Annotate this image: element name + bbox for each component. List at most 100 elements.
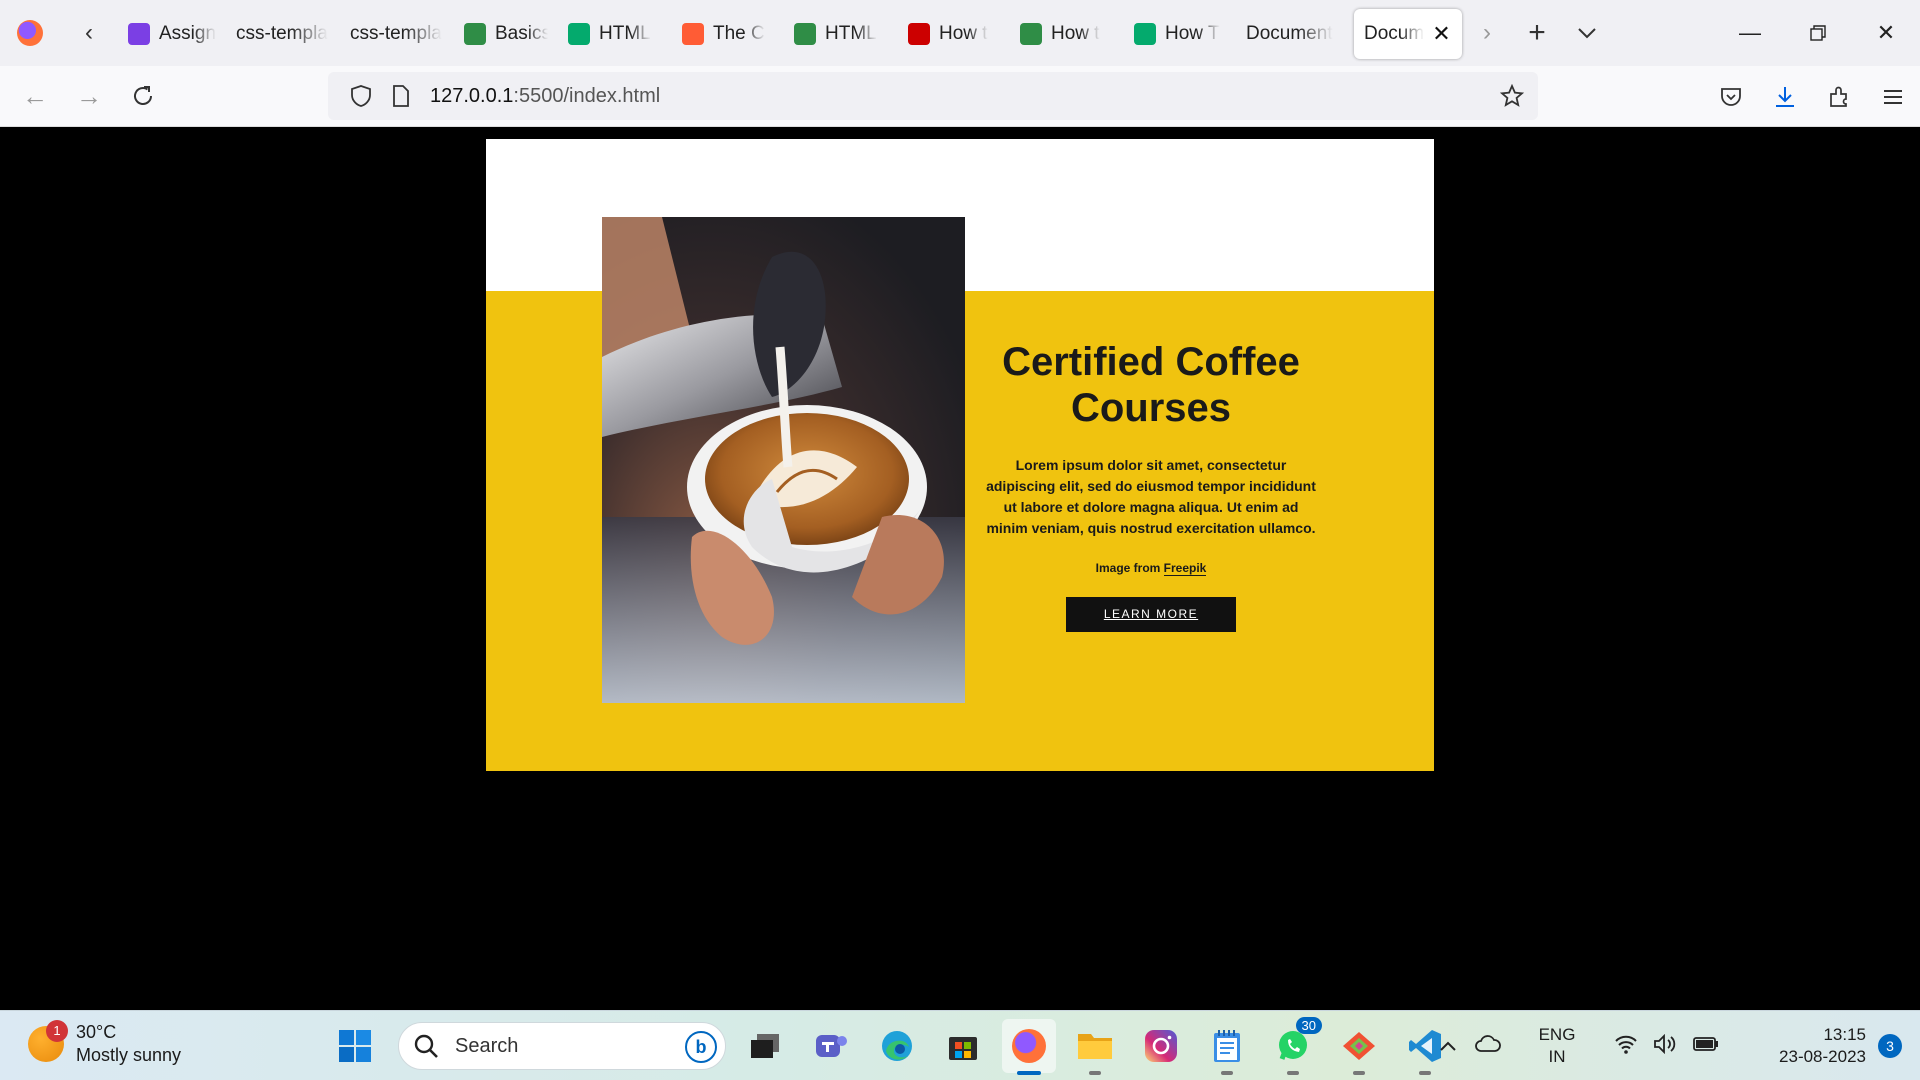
tab-label: Docum xyxy=(1364,23,1425,44)
close-window-icon[interactable]: ✕ xyxy=(1852,0,1920,66)
browser-tab[interactable]: css-templa xyxy=(340,9,454,59)
coffee-latte-art-photo xyxy=(602,217,965,703)
pocket-icon[interactable] xyxy=(1704,66,1758,127)
list-all-tabs-icon[interactable] xyxy=(1562,8,1612,58)
microsoft-store-icon[interactable] xyxy=(936,1019,990,1073)
downloads-icon[interactable] xyxy=(1758,66,1812,127)
weather-sun-icon: 1 xyxy=(28,1020,68,1062)
image-credit-prefix: Image from xyxy=(1095,561,1164,575)
bing-icon[interactable]: b xyxy=(685,1031,717,1063)
wifi-icon[interactable] xyxy=(1606,1034,1646,1059)
navigation-toolbar: ← → 127.0.0.1:5500/index.html xyxy=(0,66,1920,127)
volume-icon[interactable] xyxy=(1646,1033,1686,1059)
browser-tab[interactable]: Assign xyxy=(118,9,226,59)
image-credit: Image from Freepik xyxy=(986,561,1316,576)
browser-tab[interactable]: Docum ✕ xyxy=(1354,9,1462,59)
close-tab-icon[interactable]: ✕ xyxy=(1432,21,1450,47)
language-indicator[interactable]: ENG IN xyxy=(1522,1024,1592,1068)
assignment-favicon-icon xyxy=(128,23,150,45)
tab-label: The C xyxy=(713,23,765,44)
notification-count-badge[interactable]: 3 xyxy=(1878,1034,1902,1058)
tab-label: HTML xyxy=(825,23,877,44)
bookmark-star-icon[interactable] xyxy=(1500,84,1524,108)
url-host: 127.0.0.1 xyxy=(430,84,514,107)
tab-list: Assign css-templa css-templa Basics HTML The … xyxy=(118,0,1462,66)
browser-tab[interactable]: The C xyxy=(672,9,784,59)
freepik-link[interactable]: Freepik xyxy=(1163,561,1207,576)
browser-tab[interactable]: How t xyxy=(898,9,1010,59)
forward-arrow-icon[interactable]: → xyxy=(62,69,116,123)
file-explorer-icon[interactable] xyxy=(1068,1019,1122,1075)
temperature: 30°C xyxy=(76,1022,117,1042)
restore-window-icon[interactable] xyxy=(1784,0,1852,66)
start-button[interactable] xyxy=(328,1019,382,1073)
clock[interactable]: 13:15 23-08-2023 xyxy=(1746,1024,1866,1068)
tab-label: css-templa xyxy=(350,23,442,44)
search-placeholder: Search xyxy=(455,1034,519,1057)
app-menu-icon[interactable] xyxy=(1866,66,1920,127)
battery-icon[interactable] xyxy=(1686,1036,1726,1057)
clock-time: 13:15 xyxy=(1823,1025,1866,1044)
hero-description: Lorem ipsum dolor sit amet, consectetur … xyxy=(986,457,1316,536)
browser-tab[interactable]: How t xyxy=(1010,9,1124,59)
address-bar[interactable]: 127.0.0.1:5500/index.html xyxy=(328,72,1538,120)
task-view-icon[interactable] xyxy=(738,1019,792,1073)
browser-tab[interactable]: How T xyxy=(1124,9,1236,59)
onedrive-cloud-icon[interactable] xyxy=(1468,1034,1508,1058)
search-icon xyxy=(414,1034,438,1058)
youtube-favicon-icon xyxy=(908,23,930,45)
minimize-window-icon[interactable]: — xyxy=(1716,0,1784,66)
git-tool-icon[interactable] xyxy=(1332,1019,1386,1075)
region-code: IN xyxy=(1548,1047,1566,1066)
w3schools-favicon-icon xyxy=(568,23,590,45)
tracking-protection-shield-icon[interactable] xyxy=(350,85,372,107)
tab-label: HTML xyxy=(599,23,651,44)
tab-label: How t xyxy=(1051,23,1100,44)
scroll-tabs-right-icon[interactable]: › xyxy=(1462,8,1512,58)
w3schools-favicon-icon xyxy=(1134,23,1156,45)
windows-logo-icon xyxy=(339,1030,371,1062)
windows-taskbar: 1 30°C Mostly sunny Search b 30 ENG IN 1… xyxy=(0,1010,1920,1080)
tab-label: Assign xyxy=(159,23,216,44)
reload-icon[interactable] xyxy=(116,69,170,123)
weather-condition: Mostly sunny xyxy=(76,1045,182,1065)
browser-tab[interactable]: Document xyxy=(1236,9,1354,59)
new-tab-button[interactable]: + xyxy=(1512,8,1562,58)
tab-label: How T xyxy=(1165,23,1220,44)
weather-widget[interactable]: 1 30°C Mostly sunny xyxy=(28,1020,182,1067)
taskbar-search[interactable]: Search b xyxy=(398,1022,726,1070)
geeksforgeeks-favicon-icon xyxy=(1020,23,1042,45)
hero-card: Certified Coffee Courses Lorem ipsum dol… xyxy=(486,139,1434,771)
whatsapp-badge: 30 xyxy=(1295,1017,1322,1034)
learn-more-button[interactable]: LEARN MORE xyxy=(1066,597,1236,632)
page-title: Certified Coffee Courses xyxy=(1002,340,1300,430)
page-info-icon[interactable] xyxy=(390,85,412,107)
firefox-taskbar-icon[interactable] xyxy=(1002,1019,1056,1075)
tab-label: Basics xyxy=(495,23,548,44)
instagram-icon[interactable] xyxy=(1134,1019,1188,1073)
extensions-icon[interactable] xyxy=(1812,66,1866,127)
url-text[interactable]: 127.0.0.1:5500/index.html xyxy=(430,85,660,108)
scroll-tabs-left-icon[interactable]: ‹ xyxy=(60,8,118,58)
clock-date: 23-08-2023 xyxy=(1779,1047,1866,1066)
show-hidden-icons-chevron-icon[interactable] xyxy=(1428,1036,1468,1057)
language-code: ENG xyxy=(1538,1025,1576,1044)
whatsapp-icon[interactable]: 30 xyxy=(1266,1017,1322,1075)
notepad-icon[interactable] xyxy=(1200,1019,1254,1075)
firefox-logo-icon[interactable] xyxy=(0,0,60,66)
geeksforgeeks-favicon-icon xyxy=(464,23,486,45)
browser-tab[interactable]: Basics xyxy=(454,9,558,59)
url-path: :5500/index.html xyxy=(513,84,661,107)
hero-content: Certified Coffee Courses Lorem ipsum dol… xyxy=(986,339,1316,632)
browser-tab[interactable]: css-templa xyxy=(226,9,340,59)
browser-tab[interactable]: HTML xyxy=(784,9,898,59)
browser-tab[interactable]: HTML xyxy=(558,9,672,59)
teams-chat-icon[interactable] xyxy=(804,1019,858,1073)
page-viewport: Certified Coffee Courses Lorem ipsum dol… xyxy=(0,127,1920,1010)
edge-browser-icon[interactable] xyxy=(870,1019,924,1073)
tab-label: How t xyxy=(939,23,988,44)
back-arrow-icon[interactable]: ← xyxy=(8,69,62,123)
tab-strip: ‹ Assign css-templa css-templa Basics HTML Th… xyxy=(0,0,1920,66)
tab-label: Document xyxy=(1246,23,1333,44)
system-tray: ENG IN 13:15 23-08-2023 3 xyxy=(1428,1011,1920,1080)
